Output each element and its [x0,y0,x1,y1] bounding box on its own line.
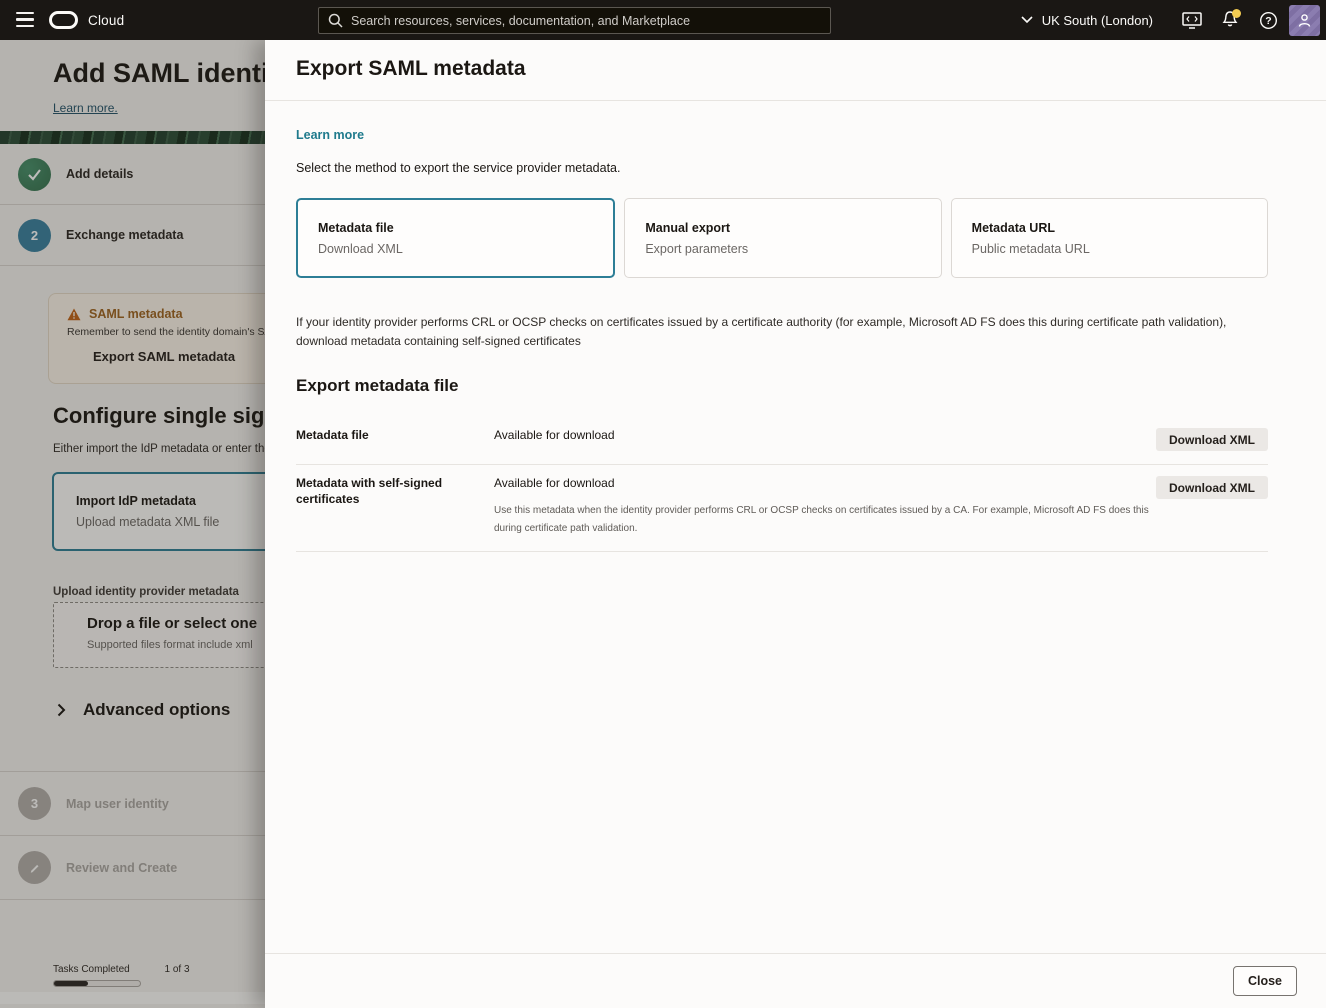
method-subtitle: Export parameters [645,241,749,256]
brand[interactable]: Cloud [49,0,124,40]
panel-header: Export SAML metadata [265,40,1326,101]
download-xml-button[interactable]: Download XML [1156,428,1268,452]
panel-intro-text: Select the method to export the service … [296,161,621,175]
svg-text:?: ? [1265,15,1271,27]
row-label: Metadata file [296,428,369,443]
panel-body: Learn more Select the method to export t… [265,101,1326,553]
row-description: Use this metadata when the identity prov… [494,505,1149,535]
method-title: Manual export [645,220,731,235]
method-title: Metadata file [318,220,394,235]
table-row-metadata-self-signed: Metadata with self-signed certificates A… [296,465,1268,553]
brand-label: Cloud [88,12,125,28]
table-row-metadata-file: Metadata file Available for download Dow… [296,417,1268,466]
background-page: Add SAML identity pro Learn more. Add de… [0,40,265,1008]
export-metadata-file-title: Export metadata file [296,376,459,396]
menu-icon[interactable] [16,12,34,27]
row-status: Available for download [494,476,615,491]
notification-badge [1232,9,1241,18]
close-button[interactable]: Close [1232,966,1297,996]
user-avatar[interactable] [1289,4,1320,36]
modal-dim-overlay [0,40,265,1008]
method-subtitle: Public metadata URL [971,241,1090,256]
method-card-manual-export[interactable]: Manual export Export parameters [624,198,942,278]
notifications-icon[interactable] [1211,0,1249,40]
method-title: Metadata URL [971,220,1055,235]
method-card-metadata-url[interactable]: Metadata URL Public metadata URL [950,198,1268,278]
row-label: Metadata with self-signed certificates [296,476,443,506]
search-input[interactable] [351,13,821,28]
download-xml-button[interactable]: Download XML [1156,476,1268,500]
crl-ocsp-note: If your identity provider performs CRL o… [296,315,1227,349]
chevron-down-icon [1021,16,1033,24]
cloud-shell-icon[interactable] [1173,0,1211,40]
method-subtitle: Download XML [318,241,403,256]
oracle-logo-icon [49,11,78,29]
topbar-actions: UK South (London) ? [1021,0,1326,40]
export-method-cards: Metadata file Download XML Manual export… [296,198,1268,278]
panel-learn-more-link[interactable]: Learn more [296,128,364,142]
export-saml-metadata-panel: Export SAML metadata Learn more Select t… [265,40,1326,1008]
region-selector[interactable]: UK South (London) [1021,13,1153,28]
topbar: Cloud UK South (London) [0,0,1326,40]
row-status: Available for download [494,428,615,443]
search-icon [328,13,343,28]
panel-title: Export SAML metadata [296,57,526,80]
global-search[interactable] [318,7,831,34]
panel-footer: Close [265,953,1326,1008]
region-label: UK South (London) [1041,12,1153,28]
help-icon[interactable]: ? [1249,0,1287,40]
method-card-metadata-file[interactable]: Metadata file Download XML [296,198,616,278]
export-files-table: Metadata file Available for download Dow… [296,417,1268,553]
person-icon [1298,13,1311,27]
